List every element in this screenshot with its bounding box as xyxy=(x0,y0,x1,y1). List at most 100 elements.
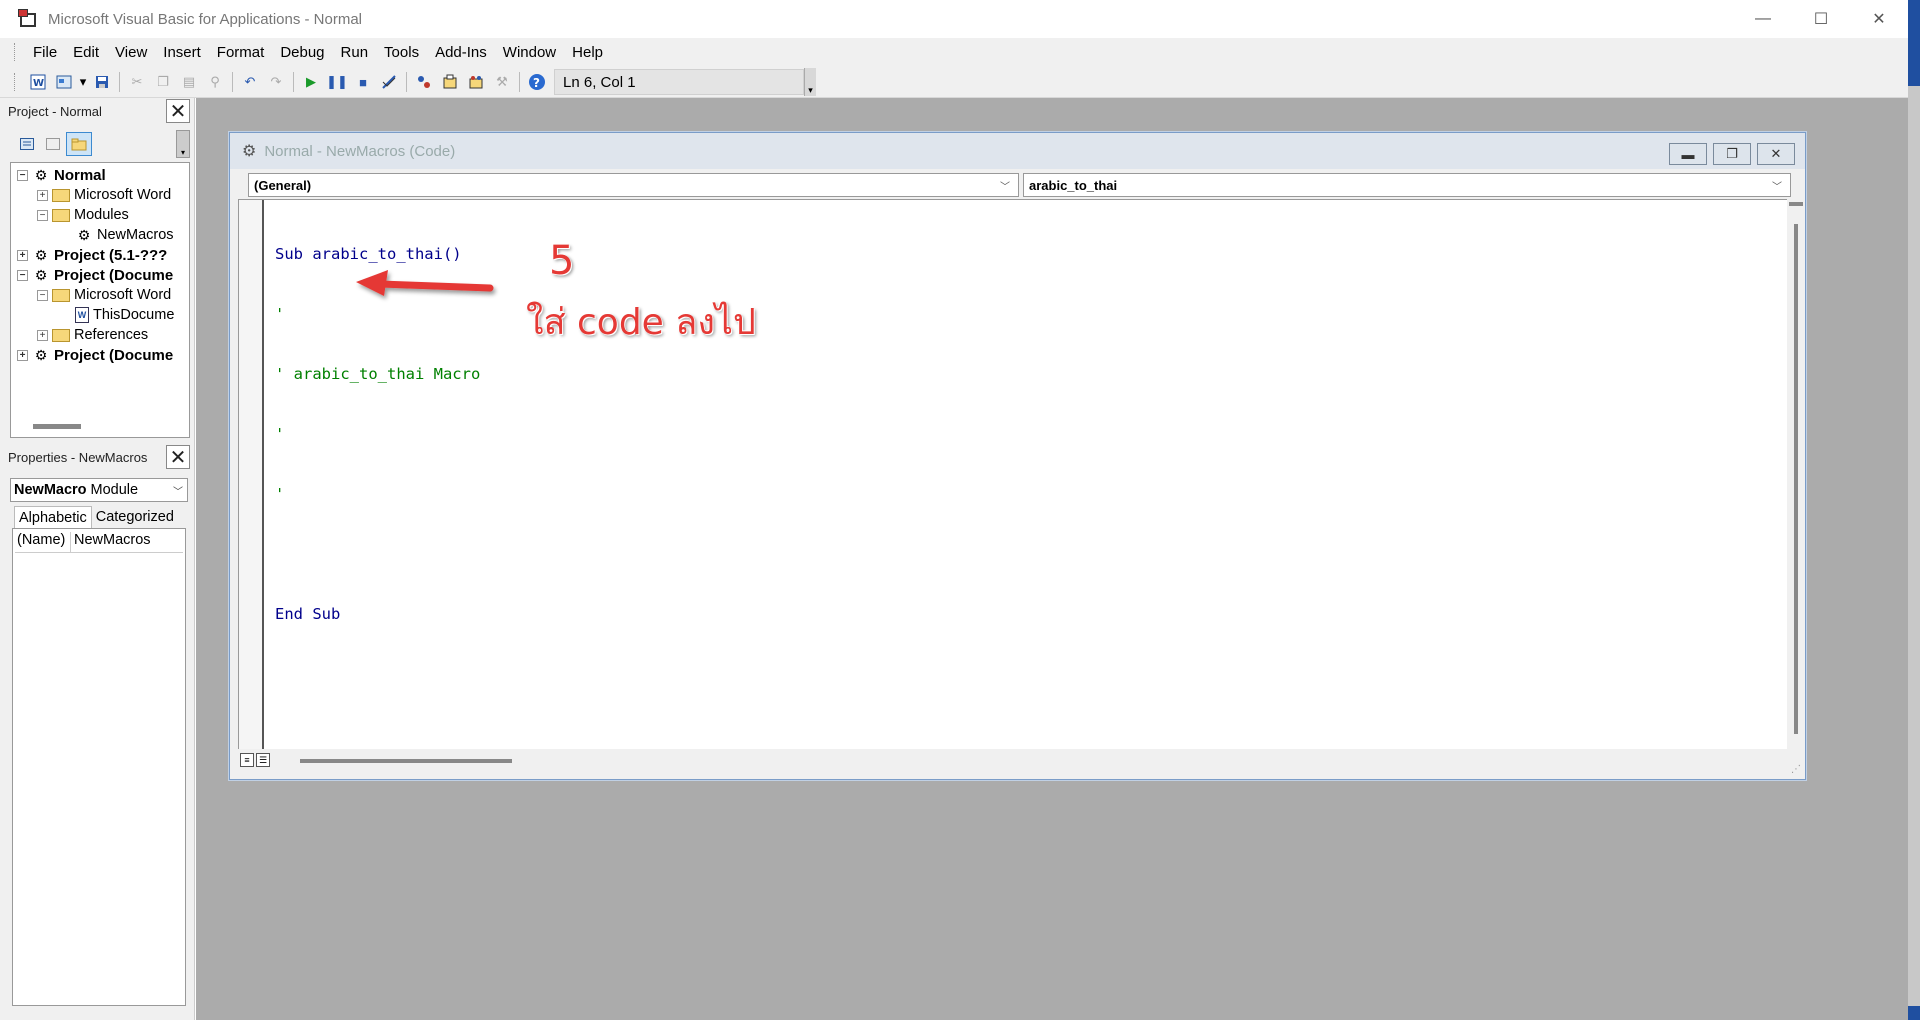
menu-file[interactable]: File xyxy=(25,44,65,61)
project-explorer-icon[interactable] xyxy=(411,70,437,94)
view-object-icon[interactable] xyxy=(40,132,66,156)
svg-text:W: W xyxy=(33,78,44,89)
undo-icon[interactable]: ↶ xyxy=(237,70,263,94)
tree-item-project-document[interactable]: − ⚙ Project (Docume xyxy=(17,265,173,285)
minimize-button[interactable]: — xyxy=(1734,0,1792,38)
collapse-icon[interactable]: − xyxy=(17,169,28,181)
project-tree-hscroll[interactable] xyxy=(11,419,189,435)
word-icon[interactable]: W xyxy=(25,70,51,94)
code-window-close-button[interactable]: ✕ xyxy=(1757,143,1795,165)
full-module-view-icon[interactable]: ☰ xyxy=(256,753,270,767)
code-window: ⚙ Normal - NewMacros (Code) ▬ ❐ ✕ (Gener… xyxy=(229,132,1806,780)
code-window-title: Normal - NewMacros (Code) xyxy=(264,142,456,160)
tree-item-modules[interactable]: − Modules xyxy=(37,205,129,225)
project-toolbar-overflow[interactable]: ▾ xyxy=(176,130,190,158)
collapse-icon[interactable]: − xyxy=(17,269,28,281)
menu-run[interactable]: Run xyxy=(333,44,377,61)
property-value[interactable]: NewMacros xyxy=(71,532,151,552)
word-document-icon: W xyxy=(75,307,89,323)
cursor-position-status: Ln 6, Col 1 xyxy=(554,69,804,95)
breakpoint-margin[interactable] xyxy=(239,200,264,749)
code-hscroll[interactable]: ≡ ☰ xyxy=(238,749,1787,773)
view-code-icon[interactable] xyxy=(14,132,40,156)
break-icon[interactable]: ❚❚ xyxy=(324,70,350,94)
annotation-arrow-icon xyxy=(356,270,494,296)
properties-icon[interactable] xyxy=(437,70,463,94)
resize-grip-icon[interactable]: ⋰ xyxy=(1791,764,1801,775)
help-icon[interactable]: ? xyxy=(524,70,550,94)
paste-icon[interactable]: ▤ xyxy=(176,70,202,94)
reset-icon[interactable]: ■ xyxy=(350,70,376,94)
toolbox-icon[interactable]: ⚒ xyxy=(489,70,515,94)
properties-panel-close-icon[interactable]: ✕ xyxy=(166,445,190,469)
open-folder-icon xyxy=(52,288,70,302)
run-icon[interactable]: ▶ xyxy=(298,70,324,94)
close-button[interactable]: ✕ xyxy=(1850,0,1908,38)
tab-categorized[interactable]: Categorized xyxy=(92,506,178,528)
properties-panel-header: Properties - NewMacros ✕ xyxy=(8,444,190,470)
redo-icon[interactable]: ↷ xyxy=(263,70,289,94)
insert-dropdown-icon[interactable]: ▾ xyxy=(77,70,89,94)
menu-debug[interactable]: Debug xyxy=(272,44,332,61)
hscroll-thumb[interactable] xyxy=(300,759,512,763)
maximize-button[interactable]: ☐ xyxy=(1792,0,1850,38)
tree-item-newmacros[interactable]: ⚙ NewMacros xyxy=(75,225,174,245)
properties-tabs: Alphabetic Categorized xyxy=(14,506,178,528)
property-row[interactable]: (Name) NewMacros xyxy=(15,532,183,553)
design-mode-icon[interactable] xyxy=(376,70,402,94)
tab-alphabetic[interactable]: Alphabetic xyxy=(14,506,92,528)
menu-grip[interactable] xyxy=(14,43,17,61)
tree-item-references[interactable]: + References xyxy=(37,325,148,345)
chevron-down-icon: ﹀ xyxy=(173,487,183,498)
object-combo[interactable]: (General) ﹀ xyxy=(248,173,1019,197)
menu-view[interactable]: View xyxy=(107,44,155,61)
find-icon[interactable]: ⚲ xyxy=(202,70,228,94)
tree-item-microsoft-word-objects-2[interactable]: − Microsoft Word xyxy=(37,285,171,305)
open-folder-icon xyxy=(52,208,70,222)
tree-item-thisdocument[interactable]: W ThisDocume xyxy=(75,305,174,325)
code-line: Sub arabic_to_thai() xyxy=(275,245,462,263)
toolbar-options-dropdown[interactable]: ▾ xyxy=(804,68,816,96)
save-icon[interactable] xyxy=(89,70,115,94)
toggle-folders-icon[interactable] xyxy=(66,132,92,156)
vba-project-icon: ⚙ xyxy=(34,267,48,283)
menu-edit[interactable]: Edit xyxy=(65,44,107,61)
chevron-down-icon: ﹀ xyxy=(1000,182,1010,193)
tree-item-project-document-2[interactable]: + ⚙ Project (Docume xyxy=(17,345,173,365)
toolbar-grip[interactable] xyxy=(14,73,17,91)
collapse-icon[interactable]: − xyxy=(37,209,48,221)
procedure-view-icon[interactable]: ≡ xyxy=(240,753,254,767)
code-line: ' arabic_to_thai Macro xyxy=(275,365,481,383)
tree-item-microsoft-word-objects[interactable]: + Microsoft Word xyxy=(37,185,171,205)
vba-project-icon: ⚙ xyxy=(34,347,48,363)
expand-icon[interactable]: + xyxy=(17,249,28,261)
menu-help[interactable]: Help xyxy=(564,44,611,61)
object-browser-icon[interactable] xyxy=(463,70,489,94)
menu-format[interactable]: Format xyxy=(209,44,273,61)
properties-object-combo[interactable]: NewMacro Module ﹀ xyxy=(10,478,188,502)
tree-item-project-5-1[interactable]: + ⚙ Project (5.1-??? xyxy=(17,245,167,265)
procedure-combo[interactable]: arabic_to_thai ﹀ xyxy=(1023,173,1791,197)
tree-item-normal[interactable]: − ⚙ Normal xyxy=(17,165,106,185)
code-window-minimize-button[interactable]: ▬ xyxy=(1669,143,1707,165)
cut-icon[interactable]: ✂ xyxy=(124,70,150,94)
folder-icon xyxy=(52,188,70,202)
code-line: ' xyxy=(275,425,285,443)
menu-window[interactable]: Window xyxy=(495,44,564,61)
code-vscroll[interactable] xyxy=(1787,200,1805,750)
copy-icon[interactable]: ❐ xyxy=(150,70,176,94)
expand-icon[interactable]: + xyxy=(37,329,48,341)
code-line: End Sub xyxy=(275,605,341,623)
menu-tools[interactable]: Tools xyxy=(376,44,427,61)
collapse-icon[interactable]: − xyxy=(37,289,48,301)
window-title: Microsoft Visual Basic for Applications … xyxy=(48,10,363,28)
expand-icon[interactable]: + xyxy=(37,189,48,201)
code-window-title-bar[interactable]: ⚙ Normal - NewMacros (Code) ▬ ❐ ✕ xyxy=(230,133,1805,169)
expand-icon[interactable]: + xyxy=(17,349,28,361)
menu-insert[interactable]: Insert xyxy=(155,44,209,61)
properties-grid: (Name) NewMacros xyxy=(12,528,186,1006)
menu-add-ins[interactable]: Add-Ins xyxy=(427,44,495,61)
project-panel-close-icon[interactable]: ✕ xyxy=(166,99,190,123)
insert-userform-icon[interactable] xyxy=(51,70,77,94)
code-window-restore-button[interactable]: ❐ xyxy=(1713,143,1751,165)
